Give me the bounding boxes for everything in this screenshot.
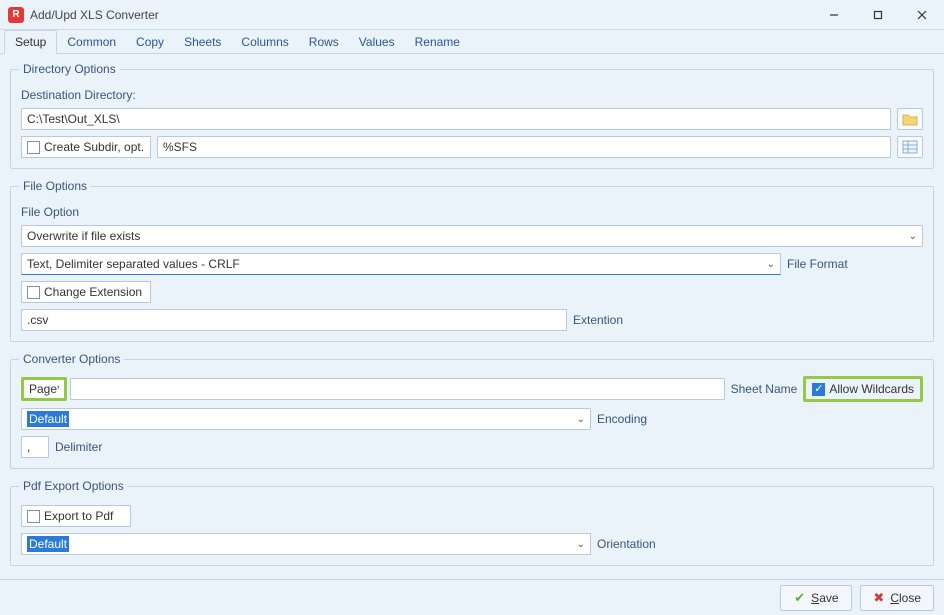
checkbox-icon <box>27 510 40 523</box>
delimiter-input[interactable] <box>21 436 49 458</box>
maximize-button[interactable] <box>856 0 900 30</box>
app-icon: R <box>8 7 24 23</box>
destination-directory-input[interactable] <box>21 108 891 130</box>
encoding-select[interactable]: Default ⌄ <box>21 408 591 430</box>
group-legend: File Options <box>19 179 91 193</box>
checkbox-icon <box>27 286 40 299</box>
subdir-helper-button[interactable] <box>897 136 923 158</box>
orientation-select[interactable]: Default ⌄ <box>21 533 591 555</box>
group-file-options: File Options File Option Overwrite if fi… <box>10 179 934 342</box>
group-converter-options: Converter Options Sheet Name ✓ Allow Wil… <box>10 352 934 469</box>
tab-copy[interactable]: Copy <box>126 31 174 53</box>
tab-values[interactable]: Values <box>349 31 405 53</box>
file-option-label: File Option <box>21 205 79 219</box>
group-legend: Pdf Export Options <box>19 479 128 493</box>
check-icon: ✔ <box>794 590 805 606</box>
window-title: Add/Upd XLS Converter <box>30 8 159 22</box>
chevron-down-icon: ⌄ <box>909 231 917 242</box>
allow-wildcards-label: Allow Wildcards <box>829 382 914 396</box>
minimize-button[interactable] <box>812 0 856 30</box>
tab-rows[interactable]: Rows <box>299 31 349 53</box>
close-button[interactable] <box>900 0 944 30</box>
close-dialog-button[interactable]: ✖ Close <box>860 585 934 611</box>
group-legend: Directory Options <box>19 62 120 76</box>
file-format-select[interactable]: Text, Delimiter separated values - CRLF … <box>21 253 781 275</box>
export-to-pdf-label: Export to Pdf <box>44 509 113 523</box>
chevron-down-icon: ⌄ <box>577 414 585 425</box>
group-legend: Converter Options <box>19 352 124 366</box>
select-value: Text, Delimiter separated values - CRLF <box>27 257 240 271</box>
orientation-label: Orientation <box>597 537 656 551</box>
save-button[interactable]: ✔ Save <box>780 585 852 611</box>
browse-folder-button[interactable] <box>897 108 923 130</box>
checkbox-icon: ✓ <box>812 383 825 396</box>
export-to-pdf-checkbox[interactable]: Export to Pdf <box>21 505 131 527</box>
checkbox-icon <box>27 141 40 154</box>
create-subdir-checkbox[interactable]: Create Subdir, opt. <box>21 136 151 158</box>
content-area: Directory Options Destination Directory:… <box>0 54 944 579</box>
file-format-label: File Format <box>787 257 848 271</box>
sheet-name-label: Sheet Name <box>731 382 798 396</box>
extension-label: Extention <box>573 313 623 327</box>
select-value: Default <box>27 411 69 427</box>
select-value: Overwrite if file exists <box>27 229 140 243</box>
group-directory-options: Directory Options Destination Directory:… <box>10 62 934 169</box>
change-extension-checkbox[interactable]: Change Extension <box>21 281 151 303</box>
chevron-down-icon: ⌄ <box>577 539 585 550</box>
change-extension-label: Change Extension <box>44 285 142 299</box>
group-pdf-export-options: Pdf Export Options Export to Pdf Default… <box>10 479 934 566</box>
bottom-bar: ✔ Save ✖ Close <box>0 579 944 615</box>
delimiter-label: Delimiter <box>55 440 102 454</box>
destination-directory-label: Destination Directory: <box>21 88 136 102</box>
chevron-down-icon: ⌄ <box>767 259 775 270</box>
subdir-pattern-input[interactable] <box>157 136 891 158</box>
create-subdir-label: Create Subdir, opt. <box>44 140 144 154</box>
tab-sheets[interactable]: Sheets <box>174 31 231 53</box>
sheet-name-input-ext[interactable] <box>70 378 725 400</box>
tab-rename[interactable]: Rename <box>405 31 470 53</box>
encoding-label: Encoding <box>597 412 647 426</box>
x-icon: ✖ <box>873 590 884 606</box>
select-value: Default <box>27 536 69 552</box>
tab-columns[interactable]: Columns <box>231 31 298 53</box>
titlebar: R Add/Upd XLS Converter <box>0 0 944 30</box>
tab-setup[interactable]: Setup <box>4 30 57 54</box>
tab-bar: Setup Common Copy Sheets Columns Rows Va… <box>0 30 944 54</box>
file-option-select[interactable]: Overwrite if file exists ⌄ <box>21 225 923 247</box>
tab-common[interactable]: Common <box>57 31 126 53</box>
sheet-name-input[interactable] <box>24 380 64 398</box>
allow-wildcards-checkbox[interactable]: ✓ Allow Wildcards <box>808 380 918 398</box>
extension-input[interactable] <box>21 309 567 331</box>
